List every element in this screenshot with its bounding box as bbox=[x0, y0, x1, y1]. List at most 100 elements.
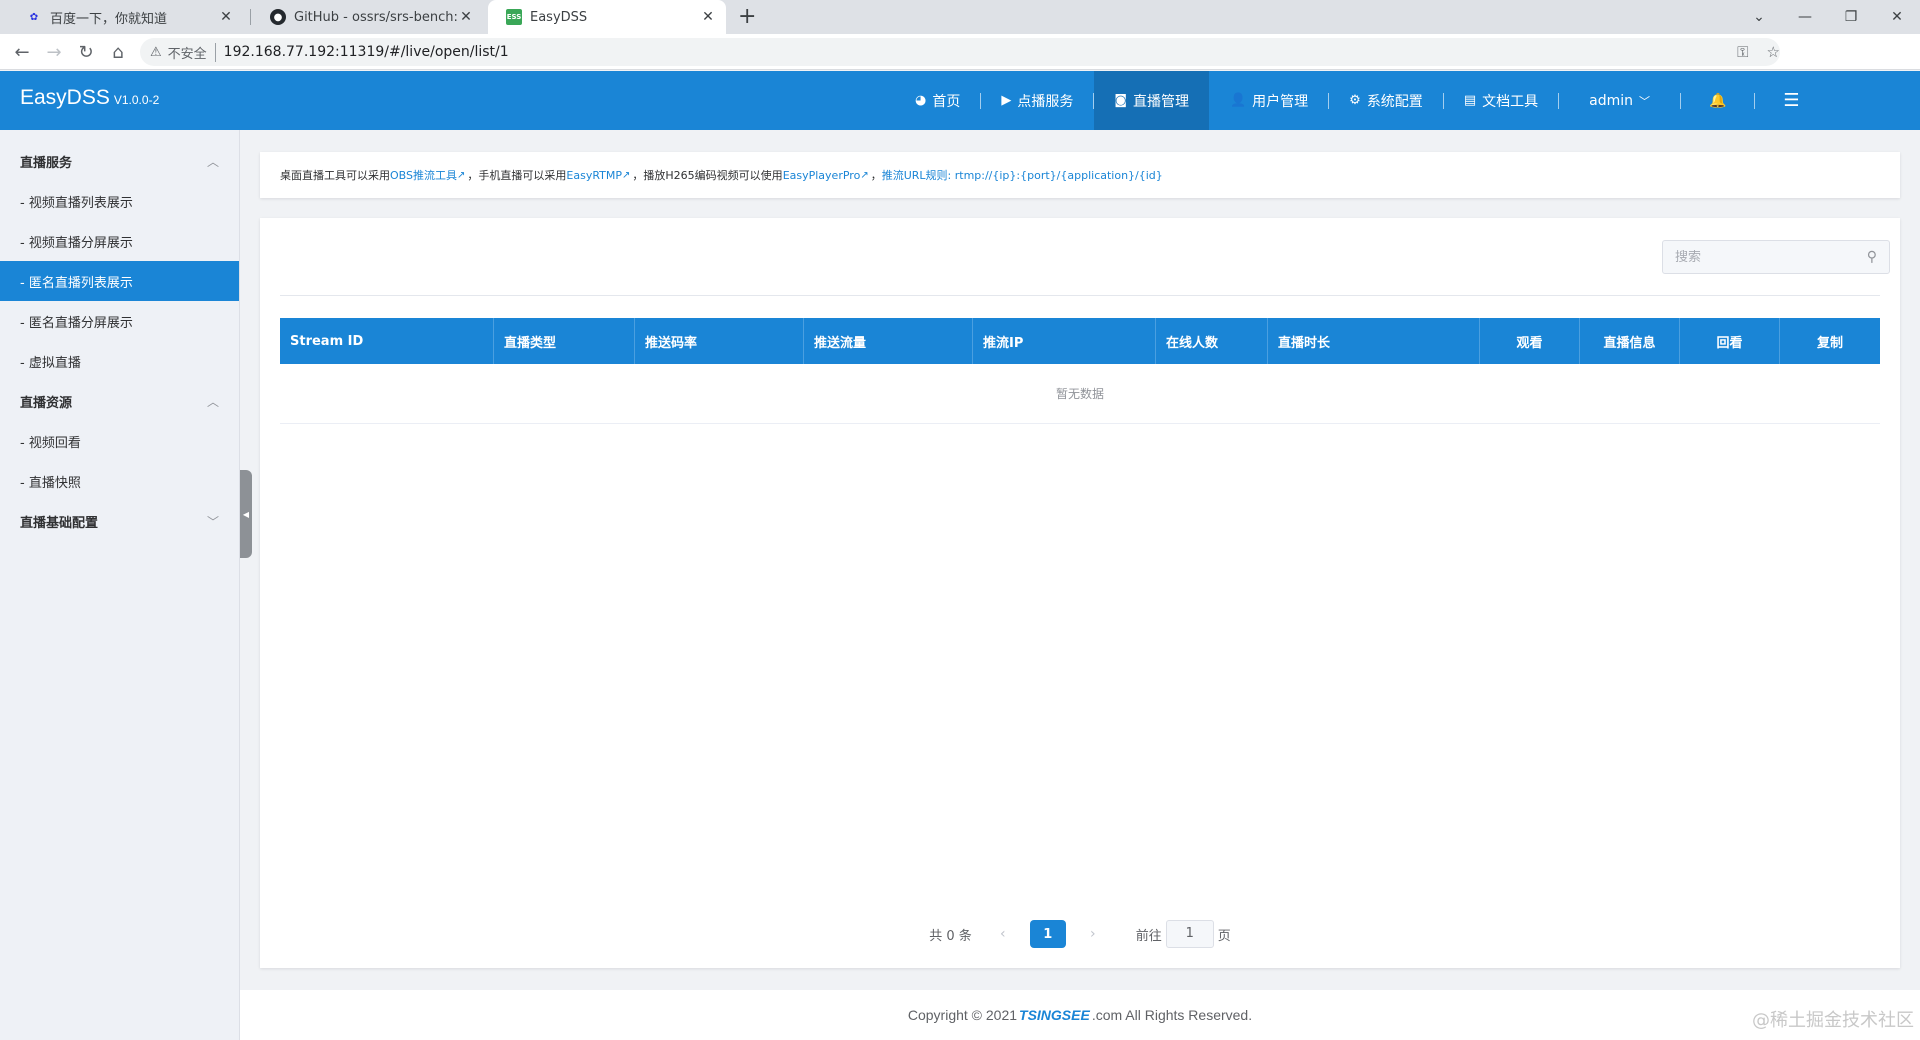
sidebar-item-anon-live-list[interactable]: - 匿名直播列表展示 bbox=[0, 261, 239, 301]
stream-table: Stream ID 直播类型 推送码率 推送流量 推流IP 在线人数 直播时长 … bbox=[280, 318, 1880, 424]
user-menu[interactable]: admin ﹀ bbox=[1559, 71, 1680, 130]
notice-text: ，手机直播可以采用 bbox=[467, 169, 567, 182]
column-header[interactable]: 观看 bbox=[1480, 318, 1580, 364]
key-icon[interactable]: ⚿ bbox=[1737, 43, 1748, 61]
chevron-down-icon: ﹀ bbox=[206, 514, 219, 529]
reload-icon[interactable]: ↻ bbox=[74, 40, 98, 64]
sidebar-item-live-list[interactable]: - 视频直播列表展示 bbox=[0, 181, 239, 221]
column-header[interactable]: 回看 bbox=[1680, 318, 1780, 364]
sidebar: 直播服务 ︿ - 视频直播列表展示 - 视频直播分屏展示 - 匿名直播列表展示 … bbox=[0, 130, 240, 1040]
tab-title: GitHub - ossrs/srs-bench: SB(S bbox=[294, 9, 458, 25]
chevron-down-icon: ﹀ bbox=[1638, 94, 1650, 108]
notice-text: 桌面直播工具可以采用 bbox=[280, 169, 390, 182]
external-link-icon: ↗ bbox=[622, 169, 631, 181]
tsingsee-logo[interactable]: TSINGSEE bbox=[1019, 1007, 1090, 1023]
sidebar-item-virtual-live[interactable]: - 虚拟直播 bbox=[0, 341, 239, 381]
nav-label: 点播服务 bbox=[1017, 93, 1074, 110]
column-header[interactable]: 复制 bbox=[1780, 318, 1880, 364]
empty-state: 暂无数据 bbox=[280, 364, 1880, 424]
obs-link[interactable]: OBS推流工具 bbox=[390, 167, 457, 183]
sidebar-group-live-config[interactable]: 直播基础配置 ﹀ bbox=[0, 501, 239, 541]
caret-left-icon: ◀ bbox=[242, 509, 250, 519]
sidebar-item-live-split[interactable]: - 视频直播分屏展示 bbox=[0, 221, 239, 261]
window-close-icon[interactable]: ✕ bbox=[1874, 9, 1920, 25]
copyright-text: Copyright © 2021 bbox=[907, 1007, 1018, 1023]
nav-docs[interactable]: ▤ 文档工具 bbox=[1444, 71, 1558, 130]
sidebar-group-live-service[interactable]: 直播服务 ︿ bbox=[0, 141, 239, 181]
app-header: EasyDSS V1.0.0-2 ◕ 首页 ▶ 点播服务 ◙ 直播管理 👤 用户管理 ⚙ 系… bbox=[0, 71, 1920, 130]
column-header[interactable]: 直播类型 bbox=[494, 318, 635, 364]
tab-search-icon[interactable]: ⌄ bbox=[1736, 9, 1782, 25]
hamburger-icon: ☰ bbox=[1783, 90, 1800, 111]
browser-tab-github[interactable]: ● GitHub - ossrs/srs-bench: SB(S ✕ bbox=[252, 0, 484, 34]
tab-title: EasyDSS bbox=[530, 9, 588, 25]
external-link-icon: ↗ bbox=[860, 169, 869, 181]
close-icon[interactable]: ✕ bbox=[218, 9, 234, 25]
dashboard-icon: ◕ bbox=[915, 93, 927, 108]
forward-icon[interactable]: → bbox=[42, 40, 66, 64]
close-icon[interactable]: ✕ bbox=[458, 9, 474, 25]
column-header[interactable]: 推流IP bbox=[973, 318, 1156, 364]
browser-tab-baidu[interactable]: ✿ 百度一下，你就知道 ✕ bbox=[8, 0, 244, 34]
brand-name: EasyDSS bbox=[20, 86, 110, 109]
nav-label: 用户管理 bbox=[1252, 93, 1309, 110]
nav-label: 直播管理 bbox=[1132, 93, 1189, 110]
column-header[interactable]: 推送码率 bbox=[635, 318, 804, 364]
insecure-label: 不安全 bbox=[168, 42, 216, 62]
next-page-icon[interactable]: › bbox=[1078, 926, 1108, 942]
easyplayerpro-link[interactable]: EasyPlayerPro bbox=[783, 169, 861, 182]
nav-users[interactable]: 👤 用户管理 bbox=[1210, 71, 1328, 130]
nav-settings[interactable]: ⚙ 系统配置 bbox=[1329, 71, 1443, 130]
home-icon[interactable]: ⌂ bbox=[106, 40, 130, 64]
copyright-suffix: .com All Rights Reserved. bbox=[1091, 1007, 1253, 1023]
push-url-rule-link[interactable]: 推流URL规则: rtmp://{ip}:{port}/{application… bbox=[882, 167, 1163, 183]
search-input[interactable] bbox=[1675, 249, 1867, 265]
sidebar-item-anon-live-split[interactable]: - 匿名直播分屏展示 bbox=[0, 301, 239, 341]
column-header[interactable]: 推送流量 bbox=[804, 318, 973, 364]
menu-toggle-button[interactable]: ☰ bbox=[1755, 71, 1819, 130]
baidu-icon: ✿ bbox=[29, 11, 39, 23]
username: admin bbox=[1589, 92, 1633, 109]
new-tab-button[interactable]: + bbox=[738, 4, 756, 29]
sidebar-group-live-resources[interactable]: 直播资源 ︿ bbox=[0, 381, 239, 421]
column-header[interactable]: 直播时长 bbox=[1268, 318, 1480, 364]
sidebar-group-label: 直播服务 bbox=[20, 155, 73, 171]
page-number-button[interactable]: 1 bbox=[1029, 920, 1066, 948]
easyrtmp-link[interactable]: EasyRTMP bbox=[566, 169, 622, 182]
sidebar-item-playback[interactable]: - 视频回看 bbox=[0, 421, 239, 461]
sidebar-collapse-handle[interactable]: ◀ bbox=[240, 470, 252, 558]
nav-home[interactable]: ◕ 首页 bbox=[895, 71, 980, 130]
maximize-icon[interactable]: ❐ bbox=[1828, 9, 1874, 25]
bell-icon: 🔔 bbox=[1708, 92, 1727, 109]
book-icon: ▤ bbox=[1463, 93, 1477, 108]
column-header[interactable]: Stream ID bbox=[280, 318, 494, 364]
column-header[interactable]: 在线人数 bbox=[1156, 318, 1268, 364]
info-notice: 桌面直播工具可以采用 OBS推流工具 ↗ ，手机直播可以采用 EasyRTMP ↗ … bbox=[260, 152, 1900, 198]
back-icon[interactable]: ← bbox=[10, 40, 34, 64]
search-icon[interactable]: ⚲ bbox=[1867, 249, 1877, 265]
window-controls: ⌄ — ❐ ✕ bbox=[1736, 0, 1920, 34]
notification-button[interactable]: 🔔 bbox=[1681, 71, 1754, 130]
prev-page-icon[interactable]: ‹ bbox=[988, 926, 1018, 942]
close-icon[interactable]: ✕ bbox=[700, 9, 716, 25]
sidebar-item-snapshot[interactable]: - 直播快照 bbox=[0, 461, 239, 501]
nav-vod[interactable]: ▶ 点播服务 bbox=[981, 71, 1093, 130]
column-header[interactable]: 直播信息 bbox=[1580, 318, 1680, 364]
url-text: 192.168.77.192:11319/#/live/open/list/1 bbox=[223, 44, 509, 60]
external-link-icon: ↗ bbox=[457, 169, 466, 181]
search-box[interactable]: ⚲ bbox=[1662, 240, 1890, 274]
sidebar-group-label: 直播资源 bbox=[20, 395, 73, 411]
nav-live[interactable]: ◙ 直播管理 bbox=[1094, 71, 1209, 130]
browser-tab-easydss[interactable]: ESS EasyDSS ✕ bbox=[488, 0, 726, 34]
page-jump-input[interactable]: 1 bbox=[1165, 920, 1214, 948]
minimize-icon[interactable]: — bbox=[1782, 9, 1828, 25]
star-icon[interactable]: ☆ bbox=[1767, 43, 1780, 61]
goto-label: 前往 bbox=[1135, 928, 1162, 944]
easydss-icon: ESS bbox=[506, 9, 522, 25]
app-brand[interactable]: EasyDSS V1.0.0-2 bbox=[20, 86, 159, 110]
notice-text: ， bbox=[870, 169, 882, 182]
table-header: Stream ID 直播类型 推送码率 推送流量 推流IP 在线人数 直播时长 … bbox=[280, 318, 1880, 364]
total-count: 共 0 条 bbox=[929, 928, 972, 944]
user-icon: 👤 bbox=[1229, 93, 1247, 108]
url-input[interactable]: ⚠ 不安全 192.168.77.192:11319/#/live/open/l… bbox=[140, 38, 1780, 66]
